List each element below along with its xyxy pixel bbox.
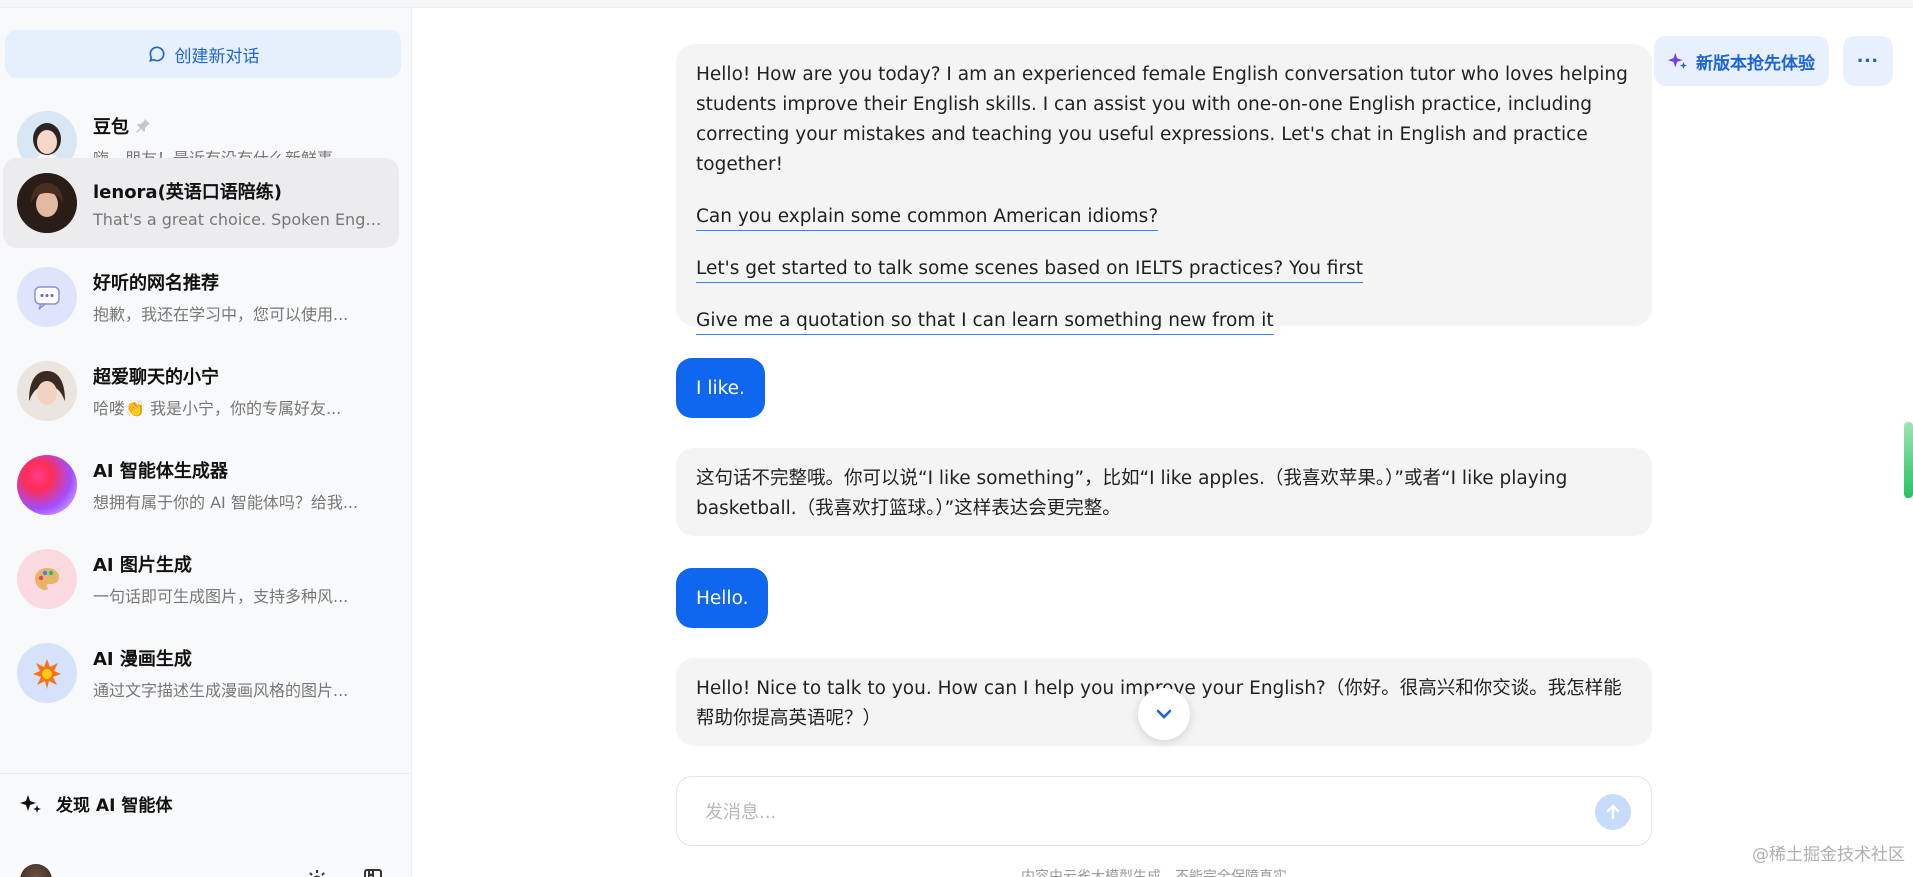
conversation-title: AI 智能体生成器 xyxy=(93,461,228,482)
conversation-title: 豆包 xyxy=(93,117,129,138)
chat-main: 新版本抢先体验 ··· Hello! How are you today? I … xyxy=(413,8,1913,877)
explosion-avatar xyxy=(17,643,77,703)
bookmark-bar xyxy=(0,0,1913,8)
beta-version-button[interactable]: 新版本抢先体验 xyxy=(1654,36,1829,86)
suggested-question[interactable]: Give me a quotation so that I can learn … xyxy=(696,308,1274,335)
conversation-title: AI 漫画生成 xyxy=(93,649,192,670)
beta-version-label: 新版本抢先体验 xyxy=(1696,53,1815,73)
gear-icon[interactable] xyxy=(305,868,329,877)
suggested-question[interactable]: Can you explain some common American idi… xyxy=(696,204,1159,231)
message-composer xyxy=(676,776,1652,846)
page-scrollbar[interactable] xyxy=(1904,422,1913,498)
explosion-icon xyxy=(33,659,61,689)
bot-message: Hello! How are you today? I am an experi… xyxy=(676,44,1652,335)
suggested-question[interactable]: Let's get started to talk some scenes ba… xyxy=(696,256,1363,283)
send-button[interactable] xyxy=(1595,794,1631,830)
new-chat-button[interactable]: 创建新对话 xyxy=(5,30,401,78)
conversation-subtitle: 抱歉，我还在学习中，您可以使用... xyxy=(93,305,349,324)
conversation-title: AI 图片生成 xyxy=(93,555,192,576)
conversation-title: 好听的网名推荐 xyxy=(93,273,219,294)
conversation-item-agent-generator[interactable]: AI 智能体生成器 想拥有属于你的 AI 智能体吗？给我... xyxy=(3,440,399,530)
conversation-title: lenora(英语口语陪练) xyxy=(93,181,283,203)
palette-avatar xyxy=(17,549,77,609)
document-icon[interactable] xyxy=(362,868,384,877)
sidebar: 创建新对话 豆包 嗨，朋友！最近有没有什么新鲜事... lenora(英语口语陪… xyxy=(0,8,412,877)
watermark: @稀土掘金技术社区 xyxy=(1752,845,1905,865)
conversation-item-xiaoning[interactable]: 超爱聊天的小宁 哈喽👏 我是小宁，你的专属好友... xyxy=(3,346,399,436)
user-message-text: I like. xyxy=(696,377,745,399)
conversation-item-lenora[interactable]: lenora(英语口语陪练) That's a great choice. Sp… xyxy=(3,158,399,248)
agent-generator-avatar xyxy=(17,455,77,515)
user-bar: 椰汁 xyxy=(0,858,412,877)
pin-icon xyxy=(136,119,150,133)
user-message: Hello. xyxy=(676,568,769,628)
user-name: 椰汁 xyxy=(58,872,90,877)
palette-icon xyxy=(35,568,59,590)
conversation-item-nickname[interactable]: 好听的网名推荐 抱歉，我还在学习中，您可以使用... xyxy=(3,252,399,342)
more-options-button[interactable]: ··· xyxy=(1843,36,1893,86)
conversation-title: 超爱聊天的小宁 xyxy=(93,367,219,388)
user-message: I like. xyxy=(676,358,765,418)
scroll-to-bottom-button[interactable] xyxy=(1138,688,1190,740)
user-avatar[interactable] xyxy=(20,864,52,877)
top-actions: 新版本抢先体验 ··· xyxy=(1654,36,1893,86)
conversation-subtitle: 通过文字描述生成漫画风格的图片... xyxy=(93,681,349,700)
bot-message: 这句话不完整哦。你可以说“I like something”，比如“I like… xyxy=(676,448,1652,536)
disclaimer-text: 内容由云雀大模型生成，不能完全保障真实 xyxy=(1021,869,1287,877)
conversation-subtitle: 哈喽👏 我是小宁，你的专属好友... xyxy=(93,399,342,418)
conversation-list: 豆包 嗨，朋友！最近有没有什么新鲜事... lenora(英语口语陪练) Tha… xyxy=(0,96,412,771)
more-icon: ··· xyxy=(1857,48,1879,73)
bot-message-text: Hello! How are you today? I am an experi… xyxy=(696,64,1628,175)
new-chat-label: 创建新对话 xyxy=(174,46,260,66)
conversation-subtitle: 一句话即可生成图片，支持多种风... xyxy=(93,587,349,606)
sparkle-icon xyxy=(20,794,41,813)
conversation-subtitle: That's a great choice. Spoken Engli... xyxy=(93,209,383,229)
lenora-avatar xyxy=(17,173,77,233)
xiaoning-avatar xyxy=(17,361,77,421)
bot-message-text: 这句话不完整哦。你可以说“I like something”，比如“I like… xyxy=(696,468,1568,519)
sparkle-icon xyxy=(1668,52,1688,70)
conversation-item-comic-generator[interactable]: AI 漫画生成 通过文字描述生成漫画风格的图片... xyxy=(3,628,399,718)
conversation-subtitle: 想拥有属于你的 AI 智能体吗？给我... xyxy=(93,493,359,512)
message-input[interactable] xyxy=(705,795,1585,829)
user-message-text: Hello. xyxy=(696,587,749,609)
speech-bubble-avatar xyxy=(17,267,77,327)
speech-bubble-icon xyxy=(34,286,60,310)
discover-agents-button[interactable]: 发现 AI 智能体 xyxy=(0,773,412,833)
chat-bubble-icon xyxy=(148,46,164,62)
discover-label: 发现 AI 智能体 xyxy=(56,796,173,816)
chevron-down-icon xyxy=(1156,709,1172,719)
arrow-up-icon xyxy=(1606,804,1620,820)
conversation-item-image-generator[interactable]: AI 图片生成 一句话即可生成图片，支持多种风... xyxy=(3,534,399,624)
